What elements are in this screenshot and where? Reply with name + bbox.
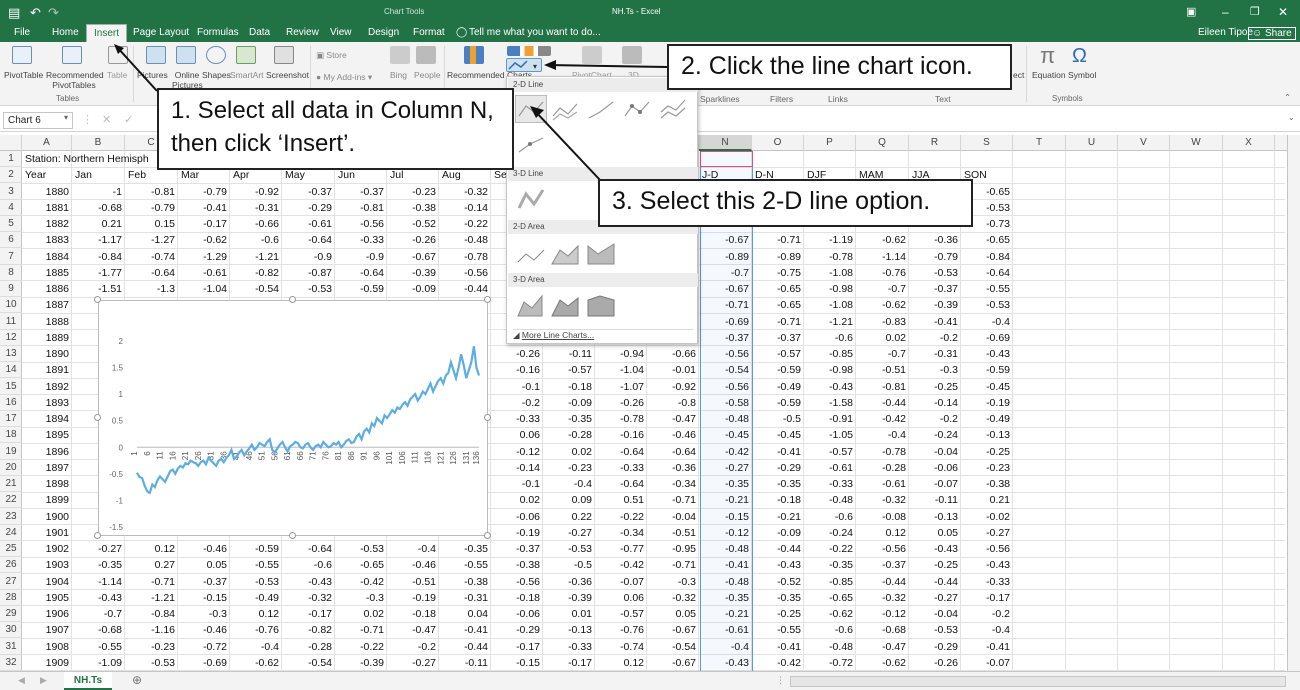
horizontal-scrollbar[interactable] <box>790 676 1286 687</box>
prev-sheet-icon[interactable]: ◀ <box>18 675 25 686</box>
vertical-scrollbar[interactable] <box>1287 135 1300 671</box>
arrowhead-step3 <box>530 106 544 118</box>
callout-step2: 2. Click the line chart icon. <box>667 44 1012 90</box>
arrow-step1 <box>115 45 158 92</box>
arrow-step2 <box>547 64 669 68</box>
callout-step1: 1. Select all data in Column N, then cli… <box>157 88 514 170</box>
add-sheet-icon[interactable]: ⊕ <box>132 673 142 687</box>
callout-step3: 3. Select this 2-D line option. <box>598 179 973 227</box>
next-sheet-icon[interactable]: ▶ <box>40 675 47 686</box>
arrowhead-step2 <box>544 60 556 70</box>
sheetbar-splitter-icon[interactable]: ⋮ <box>776 675 785 686</box>
sheet-tab-nhts[interactable]: NH.Ts <box>64 672 112 690</box>
arrow-step3 <box>533 109 601 181</box>
sheet-tabs-bar: ◀ ▶ NH.Ts ⊕ ⋮ <box>0 671 1300 690</box>
